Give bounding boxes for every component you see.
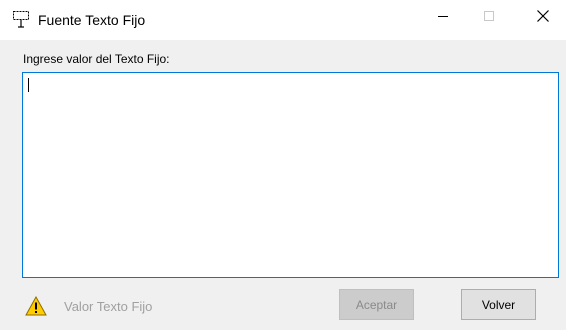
fixed-text-label: Ingrese valor del Texto Fijo: bbox=[23, 52, 170, 66]
fixed-text-input[interactable] bbox=[22, 72, 559, 278]
minimize-button[interactable] bbox=[420, 0, 466, 36]
presentation-board-icon bbox=[12, 10, 30, 28]
minimize-icon bbox=[437, 9, 449, 27]
warning-icon bbox=[25, 295, 47, 316]
window-title: Fuente Texto Fijo bbox=[38, 12, 146, 28]
text-caret bbox=[28, 78, 29, 92]
close-button[interactable] bbox=[520, 0, 566, 36]
title-bar[interactable]: Fuente Texto Fijo bbox=[0, 0, 566, 40]
dialog-window: Fuente Texto Fijo Ingrese valor del Text… bbox=[0, 0, 566, 330]
accept-button[interactable]: Aceptar bbox=[339, 289, 414, 320]
maximize-icon bbox=[483, 9, 495, 27]
close-icon bbox=[536, 9, 550, 28]
status-message: Valor Texto Fijo bbox=[64, 299, 153, 314]
maximize-button[interactable] bbox=[466, 0, 512, 36]
back-button[interactable]: Volver bbox=[461, 289, 536, 320]
